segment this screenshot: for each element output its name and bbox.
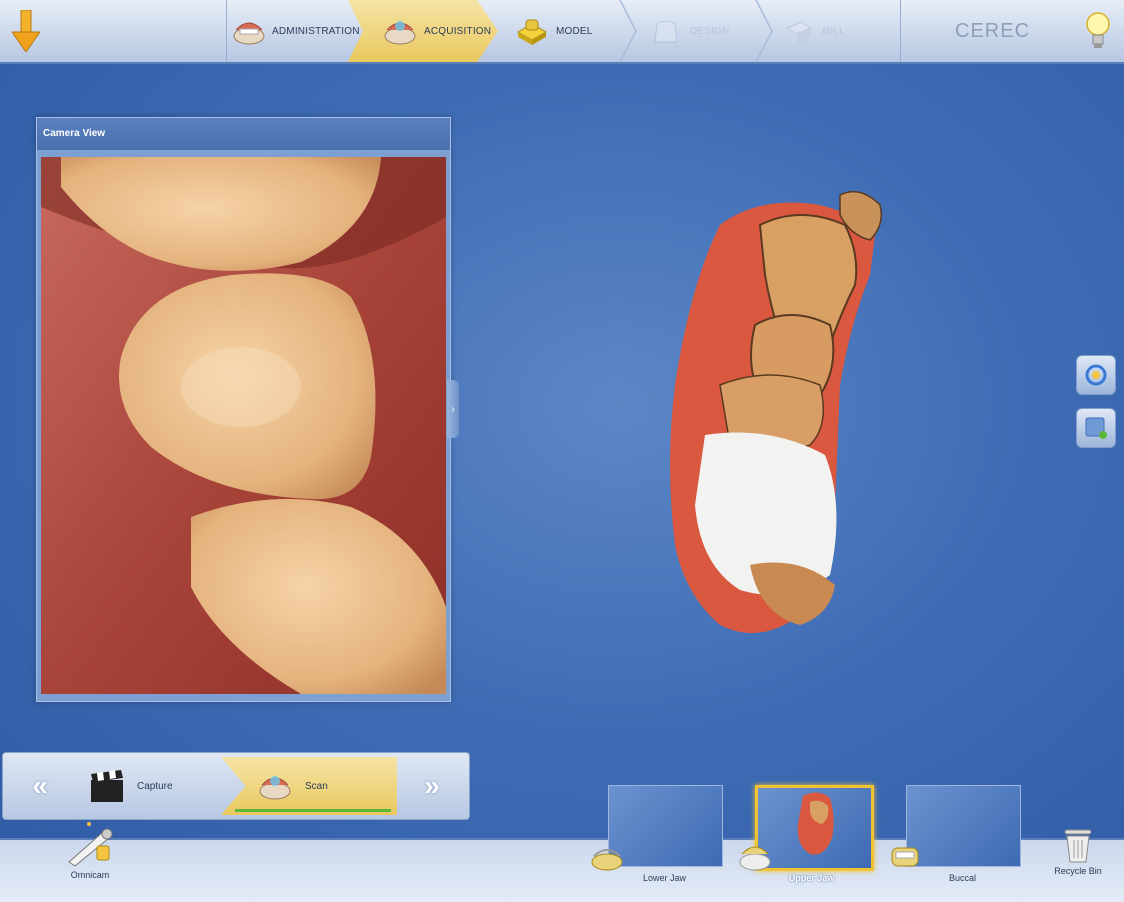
rotate-view-button[interactable] <box>1076 355 1116 395</box>
previous-button[interactable]: « <box>7 757 73 815</box>
arrow-down-icon[interactable] <box>12 10 40 52</box>
recycle-bin[interactable]: Recycle Bin <box>1046 826 1110 876</box>
upper-jaw-icon <box>739 846 771 871</box>
lower-jaw-icon <box>591 849 623 871</box>
divider <box>900 0 901 62</box>
step-label: ADMINISTRATION <box>272 25 360 37</box>
clapperboard-icon <box>91 770 123 802</box>
trash-icon <box>1064 829 1092 863</box>
view-options-button[interactable] <box>1076 408 1116 448</box>
scan-control-bar: « Capture Scan » <box>2 752 470 820</box>
upper-jaw-preview <box>797 792 834 855</box>
omnicam-tool[interactable]: Omnicam <box>58 822 122 880</box>
chevron-separator <box>619 0 637 62</box>
step-mill: MILL <box>780 0 890 62</box>
step-administration[interactable]: ADMINISTRATION <box>232 0 359 62</box>
rotate-icon <box>1085 364 1107 386</box>
workflow-bar: ADMINISTRATION ACQUISITION MODEL DESIGN … <box>0 0 1124 64</box>
scan-step[interactable]: Scan <box>221 757 397 815</box>
step-design: DESIGN <box>648 0 758 62</box>
step-label: MODEL <box>556 25 593 37</box>
thumbnail-buccal[interactable] <box>906 785 1021 867</box>
step-acquisition[interactable]: ACQUISITION <box>348 0 498 62</box>
capture-step[interactable]: Capture <box>77 757 223 815</box>
scan-jaw-icon <box>259 776 291 800</box>
mill-block-icon <box>780 13 816 49</box>
chevron-separator <box>755 0 773 62</box>
camera-feed <box>41 157 446 694</box>
model-block-icon <box>514 13 550 49</box>
thumbnail-lower-jaw[interactable] <box>608 785 723 867</box>
buccal-icon <box>891 847 919 867</box>
thumbnail-upper-jaw[interactable] <box>755 785 874 871</box>
3d-scan-model[interactable] <box>660 185 900 645</box>
next-button[interactable]: » <box>399 757 465 815</box>
step-model[interactable]: MODEL <box>514 0 624 62</box>
thumbnail-label: Upper Jaw <box>788 873 835 883</box>
step-label: MILL <box>822 25 846 37</box>
intraoral-camera-icon <box>68 822 113 867</box>
jaw-model-icon <box>232 13 266 49</box>
design-crown-icon <box>648 13 684 49</box>
collapse-panel-button[interactable]: › <box>447 380 459 438</box>
scan-label: Scan <box>305 780 328 792</box>
thumbnail-label: Buccal <box>948 873 976 883</box>
camera-view-panel: Camera View <box>36 117 451 702</box>
intraoral-image <box>41 157 446 694</box>
omnicam-label: Omnicam <box>70 870 110 880</box>
recycle-bin-label: Recycle Bin <box>1054 866 1102 876</box>
panel-title: Camera View <box>37 118 450 150</box>
brand-logo: CEREC <box>955 20 1031 42</box>
view-options-icon <box>1085 417 1107 439</box>
scan-progress-bar <box>235 809 391 812</box>
lightbulb-icon[interactable] <box>1084 10 1112 50</box>
step-label: DESIGN <box>690 25 730 37</box>
scan-jaw-icon <box>382 13 418 49</box>
step-label: ACQUISITION <box>424 25 492 37</box>
divider <box>226 0 227 62</box>
capture-label: Capture <box>137 780 173 792</box>
thumbnail-label: Lower Jaw <box>642 873 687 883</box>
